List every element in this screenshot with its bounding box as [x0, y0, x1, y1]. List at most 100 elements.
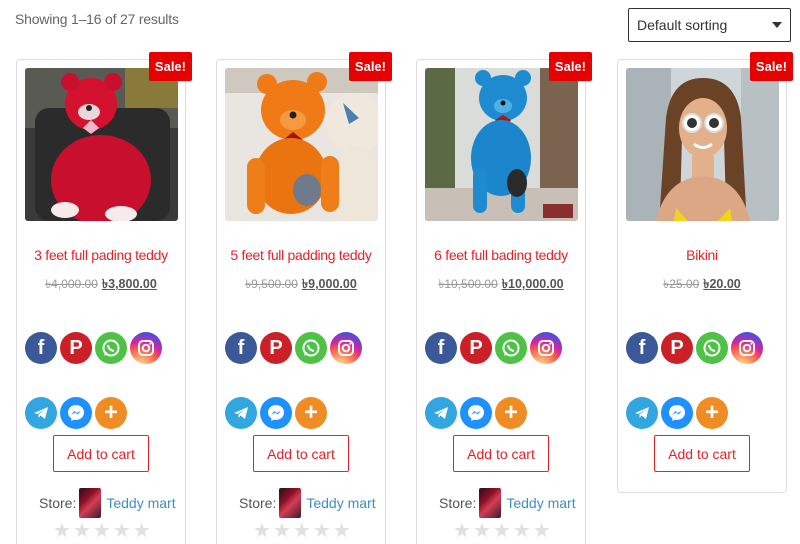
sort-select-value: Default sorting: [637, 17, 728, 33]
star-icon: ★: [253, 520, 271, 542]
facebook-icon[interactable]: f: [626, 332, 658, 364]
instagram-icon[interactable]: [731, 332, 763, 364]
star-icon: ★: [292, 520, 311, 542]
pinterest-icon[interactable]: P: [260, 332, 292, 364]
star-icon: ★: [492, 520, 511, 542]
product-title[interactable]: Bikini: [618, 247, 786, 263]
store-label: Store:: [39, 495, 77, 511]
store-info: Store: Teddy mart: [439, 488, 576, 518]
star-icon: ★: [512, 520, 531, 542]
star-icon: ★: [53, 520, 71, 542]
product-image[interactable]: [225, 68, 378, 221]
sort-select[interactable]: Default sorting: [628, 8, 791, 42]
chevron-down-icon: [772, 22, 782, 28]
star-icon: ★: [72, 520, 91, 542]
telegram-icon[interactable]: [25, 397, 57, 429]
telegram-icon[interactable]: [626, 397, 658, 429]
sale-price: ৳9,000.00: [301, 277, 357, 291]
sale-badge: Sale!: [348, 52, 392, 81]
facebook-icon[interactable]: f: [425, 332, 457, 364]
instagram-icon[interactable]: [330, 332, 362, 364]
star-icon: ★: [132, 520, 151, 542]
product-title[interactable]: 6 feet full bading teddy: [417, 247, 585, 263]
product-card: Sale! 3 feet full pading teddy ৳4,000.00…: [16, 52, 192, 544]
store-avatar[interactable]: [279, 488, 302, 518]
product-price: ৳10,500.00 ৳10,000.00: [417, 276, 585, 296]
sale-badge: Sale!: [749, 52, 793, 81]
old-price: ৳9,500.00: [245, 277, 298, 291]
share-row: f P: [25, 332, 162, 364]
product-card: Sale! 6 feet full bading teddy ৳10,500.0…: [416, 52, 592, 544]
more-share-icon[interactable]: +: [696, 397, 728, 429]
product-price: ৳25.00 ৳20.00: [618, 276, 786, 296]
whatsapp-icon[interactable]: [696, 332, 728, 364]
old-price: ৳25.00: [663, 277, 700, 291]
add-to-cart-button[interactable]: Add to cart: [53, 435, 149, 472]
whatsapp-icon[interactable]: [95, 332, 127, 364]
whatsapp-icon[interactable]: [495, 332, 527, 364]
pinterest-icon[interactable]: P: [460, 332, 492, 364]
share-row: +: [626, 397, 728, 429]
result-count: Showing 1–16 of 27 results: [15, 11, 179, 27]
old-price: ৳4,000.00: [45, 277, 98, 291]
star-icon: ★: [312, 520, 331, 542]
star-icon: ★: [532, 520, 551, 542]
product-price: ৳9,500.00 ৳9,000.00: [217, 276, 385, 296]
telegram-icon[interactable]: [425, 397, 457, 429]
share-row: +: [225, 397, 327, 429]
share-row: f P: [425, 332, 562, 364]
product-title[interactable]: 3 feet full pading teddy: [17, 247, 185, 263]
share-row: f P: [626, 332, 763, 364]
store-label: Store:: [439, 495, 477, 511]
star-icon: ★: [272, 520, 291, 542]
store-label: Store:: [239, 495, 277, 511]
store-link[interactable]: Teddy mart: [506, 495, 575, 511]
more-share-icon[interactable]: +: [495, 397, 527, 429]
sale-badge: Sale!: [148, 52, 192, 81]
old-price: ৳10,500.00: [438, 277, 498, 291]
star-rating: ★ ★ ★ ★ ★: [53, 521, 151, 541]
facebook-icon[interactable]: f: [25, 332, 57, 364]
sale-price: ৳3,800.00: [101, 277, 157, 291]
store-link[interactable]: Teddy mart: [306, 495, 375, 511]
store-link[interactable]: Teddy mart: [106, 495, 175, 511]
product-price: ৳4,000.00 ৳3,800.00: [17, 276, 185, 296]
messenger-icon[interactable]: [460, 397, 492, 429]
instagram-icon[interactable]: [530, 332, 562, 364]
product-image[interactable]: [25, 68, 178, 221]
share-row: +: [425, 397, 527, 429]
add-to-cart-button[interactable]: Add to cart: [654, 435, 750, 472]
messenger-icon[interactable]: [60, 397, 92, 429]
star-icon: ★: [472, 520, 491, 542]
star-icon: ★: [112, 520, 131, 542]
pinterest-icon[interactable]: P: [661, 332, 693, 364]
messenger-icon[interactable]: [661, 397, 693, 429]
add-to-cart-button[interactable]: Add to cart: [453, 435, 549, 472]
star-icon: ★: [453, 520, 471, 542]
store-info: Store: Teddy mart: [239, 488, 376, 518]
store-avatar[interactable]: [79, 488, 102, 518]
star-icon: ★: [332, 520, 351, 542]
add-to-cart-button[interactable]: Add to cart: [253, 435, 349, 472]
pinterest-icon[interactable]: P: [60, 332, 92, 364]
sale-price: ৳20.00: [703, 277, 741, 291]
instagram-icon[interactable]: [130, 332, 162, 364]
facebook-icon[interactable]: f: [225, 332, 257, 364]
messenger-icon[interactable]: [260, 397, 292, 429]
product-card: Sale! 5 feet full padding teddy ৳9,500.0…: [216, 52, 392, 544]
share-row: f P: [225, 332, 362, 364]
product-card: Sale! Bikini ৳25.00 ৳20.00 f P + Add to …: [617, 52, 793, 493]
more-share-icon[interactable]: +: [95, 397, 127, 429]
product-title[interactable]: 5 feet full padding teddy: [217, 247, 385, 263]
sale-price: ৳10,000.00: [501, 277, 564, 291]
share-row: +: [25, 397, 127, 429]
whatsapp-icon[interactable]: [295, 332, 327, 364]
star-rating: ★ ★ ★ ★ ★: [253, 521, 351, 541]
store-avatar[interactable]: [479, 488, 502, 518]
more-share-icon[interactable]: +: [295, 397, 327, 429]
product-image[interactable]: [425, 68, 578, 221]
telegram-icon[interactable]: [225, 397, 257, 429]
product-image[interactable]: [626, 68, 779, 221]
star-rating: ★ ★ ★ ★ ★: [453, 521, 551, 541]
sale-badge: Sale!: [548, 52, 592, 81]
